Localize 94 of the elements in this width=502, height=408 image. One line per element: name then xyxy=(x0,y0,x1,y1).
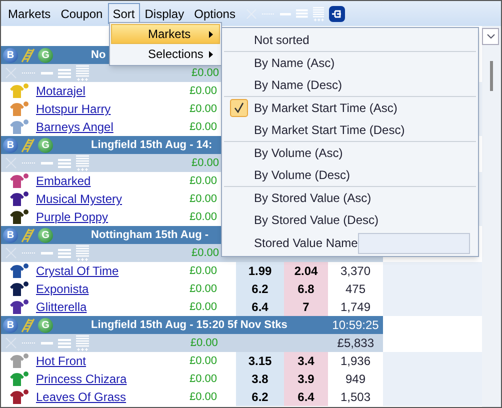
lay-price-cell[interactable]: 6.4 xyxy=(284,388,328,406)
market-title: Lingfield 15th Aug - 14: xyxy=(91,138,212,153)
matched-amount: £0.00 xyxy=(188,210,217,225)
sort-option[interactable]: By Volume (Asc) xyxy=(224,142,476,164)
matched-amount: £0.00 xyxy=(188,264,217,279)
runner-name-link[interactable]: Hotspur Harry xyxy=(36,100,161,118)
market-title: Lingfield 15th Aug - 15:20 5f Nov Stks xyxy=(91,318,288,333)
menu-item[interactable]: Markets xyxy=(3,3,56,24)
dash-icon[interactable] xyxy=(41,161,53,165)
runner-name-link[interactable]: Leaves Of Grass xyxy=(36,388,161,406)
dotted-line-icon[interactable] xyxy=(22,341,36,345)
matched-amount: £0.00 xyxy=(188,300,217,315)
dropdown-button[interactable] xyxy=(482,28,499,45)
market-total: £5,833 xyxy=(336,335,375,352)
runner-name-link[interactable]: Exponista xyxy=(36,280,161,298)
market-title: Nottingham 15th Aug - xyxy=(91,228,209,243)
menu-item[interactable]: Coupon xyxy=(56,3,108,24)
runner-name-link[interactable]: Hot Front xyxy=(36,352,161,370)
lines-plus-icon[interactable] xyxy=(76,155,89,171)
sort-option[interactable]: By Stored Value (Asc) xyxy=(224,187,476,209)
matched-amount: £0.00 xyxy=(188,282,217,297)
menu-item[interactable]: Sort xyxy=(108,3,140,24)
dotted-line-icon[interactable] xyxy=(22,71,36,75)
runner-name-link[interactable]: Crystal Of Time xyxy=(36,262,161,280)
market-time: 10:59:25 xyxy=(331,317,380,334)
matched-amount: £0.00 xyxy=(189,336,218,351)
dash-icon[interactable] xyxy=(280,12,291,16)
matched-amount: £0.00 xyxy=(188,192,217,207)
lines-plus-icon[interactable] xyxy=(76,65,89,81)
pin-button[interactable] xyxy=(329,6,346,22)
matched-amount: £0.00 xyxy=(188,102,217,117)
matched-amount: £0.00 xyxy=(188,84,217,99)
sort-option[interactable]: Not sorted xyxy=(224,29,476,51)
lines-plus-icon[interactable] xyxy=(312,6,324,22)
sort-option[interactable]: By Name (Asc) xyxy=(224,52,476,74)
sort-option[interactable]: By Market Start Time (Desc) xyxy=(224,119,476,141)
sort-option[interactable]: By Volume (Desc) xyxy=(224,164,476,186)
scrollbar-thumb[interactable] xyxy=(490,61,493,91)
matched-amount: £0.00 xyxy=(188,354,217,369)
matched-amount: £0.00 xyxy=(190,246,219,261)
sort-option[interactable]: By Stored Value (Desc) xyxy=(224,209,476,231)
back-price-cell[interactable]: 3.15 xyxy=(236,352,284,370)
lay-price-cell[interactable]: 2.04 xyxy=(284,262,328,280)
runner-name-link[interactable]: Motarajel xyxy=(36,82,161,100)
dash-icon[interactable] xyxy=(41,71,53,75)
submenu-arrow-icon xyxy=(209,30,213,38)
lines-plus-icon[interactable] xyxy=(76,335,89,351)
menu-item[interactable]: Display xyxy=(140,3,190,24)
ladder-icon[interactable] xyxy=(20,138,36,152)
ladder-icon[interactable] xyxy=(20,228,36,242)
matched-amount: £0.00 xyxy=(188,174,217,189)
dotted-line-icon[interactable] xyxy=(22,251,36,255)
triple-lines-icon[interactable] xyxy=(58,158,71,168)
runner-name-link[interactable]: Embarked xyxy=(36,172,161,190)
back-price-cell[interactable]: 1.99 xyxy=(236,262,284,280)
matched-amount: £0.00 xyxy=(188,390,217,405)
matched-amount: £0.00 xyxy=(188,372,217,387)
back-price-cell[interactable]: 6.2 xyxy=(236,280,284,298)
back-price-cell[interactable]: 6.4 xyxy=(236,298,284,316)
matched-amount: £0.00 xyxy=(190,156,219,171)
lay-price-cell[interactable]: 3.9 xyxy=(284,370,328,388)
triple-lines-icon[interactable] xyxy=(58,68,71,78)
menu-entry[interactable]: Markets xyxy=(111,24,220,44)
runner-name-link[interactable]: Purple Poppy xyxy=(36,208,161,226)
runner-name-link[interactable]: Barneys Angel xyxy=(36,118,161,136)
sort-option[interactable]: By Name (Desc) xyxy=(224,74,476,96)
lay-price-cell[interactable]: 7 xyxy=(284,298,328,316)
dash-icon[interactable] xyxy=(41,341,53,345)
menu-item[interactable]: Options xyxy=(189,3,240,24)
triple-lines-icon[interactable] xyxy=(58,248,71,258)
dash-icon[interactable] xyxy=(41,251,53,255)
lay-price-cell[interactable]: 3.4 xyxy=(284,352,328,370)
field-label: Stored Value Name xyxy=(254,235,358,252)
input-field[interactable] xyxy=(358,232,470,254)
ladder-icon[interactable] xyxy=(20,318,36,332)
sort-option[interactable]: By Market Start Time (Asc) xyxy=(224,97,476,119)
menu-entry[interactable]: Selections xyxy=(111,44,220,64)
triple-lines-icon[interactable] xyxy=(58,338,71,348)
runner-name-link[interactable]: Musical Mystery xyxy=(36,190,161,208)
runner-name-link[interactable]: Princess Chizara xyxy=(36,370,161,388)
dotted-line-icon[interactable] xyxy=(22,161,36,165)
back-price-cell[interactable]: 6.2 xyxy=(236,388,284,406)
pin-icon xyxy=(332,10,342,18)
submenu-arrow-icon xyxy=(209,50,213,58)
market-title: No xyxy=(91,48,106,63)
chevron-down-icon xyxy=(486,34,494,39)
triple-lines-icon[interactable] xyxy=(296,8,308,19)
ladder-icon[interactable] xyxy=(20,48,36,62)
lines-plus-icon[interactable] xyxy=(76,245,89,261)
runner-name-link[interactable]: Glitterella xyxy=(36,298,161,316)
back-price-cell[interactable]: 3.8 xyxy=(236,370,284,388)
lay-price-cell[interactable]: 6.8 xyxy=(284,280,328,298)
matched-amount: £0.00 xyxy=(188,120,217,135)
matched-amount: £0.00 xyxy=(190,66,219,81)
